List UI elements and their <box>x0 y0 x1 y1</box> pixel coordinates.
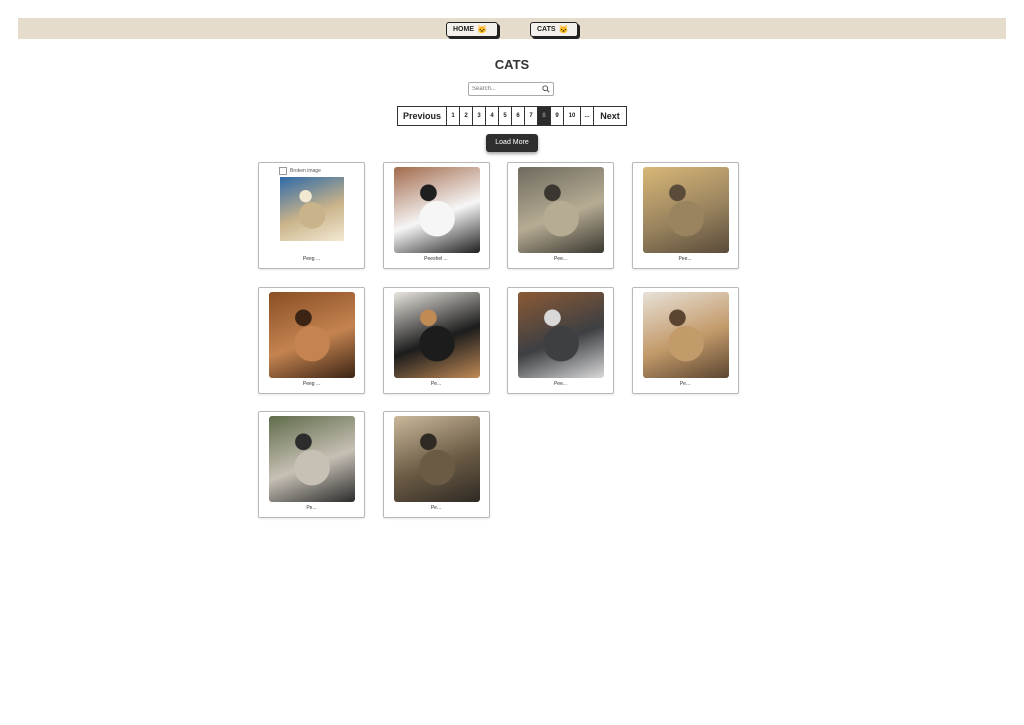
page-button-9[interactable]: 9 <box>551 107 564 125</box>
cat-card[interactable]: Peeshel ... <box>382 162 490 269</box>
load-more-button[interactable]: Load More <box>486 134 538 152</box>
cat-card[interactable]: Pe... <box>382 286 490 394</box>
page-button-5[interactable]: 5 <box>499 107 512 125</box>
cat-photo <box>518 291 604 378</box>
cat-card[interactable]: Pe... <box>631 286 739 394</box>
cat-caption: Pee... <box>553 380 568 387</box>
cat-card[interactable]: Pee... <box>507 162 614 269</box>
search-input[interactable] <box>472 83 538 95</box>
cat-card[interactable]: Pee... <box>631 162 739 269</box>
cat-icon: 🐱 <box>477 25 487 34</box>
page-button-4[interactable]: 4 <box>486 107 499 125</box>
cat-caption: Pe... <box>430 380 442 387</box>
home-nav-label: HOME <box>453 26 474 33</box>
cat-card[interactable]: Broken image Peeg ... <box>258 162 365 269</box>
top-navigation-bar: HOME 🐱 CATS 🐱 <box>18 18 1006 39</box>
cat-caption: Pe... <box>679 380 691 387</box>
page-button-1[interactable]: 1 <box>447 107 460 125</box>
cat-photo <box>393 291 480 378</box>
cat-caption: Peeg ... <box>302 380 321 387</box>
page-button-2[interactable]: 2 <box>460 107 473 125</box>
broken-image-icon <box>279 167 287 175</box>
cat-photo <box>393 167 480 253</box>
cat-caption: Pee... <box>553 256 568 262</box>
previous-page-button[interactable]: Previous <box>398 107 447 125</box>
cat-card[interactable]: Pe... <box>258 411 365 518</box>
cat-photo <box>642 167 729 253</box>
cat-caption: Peeg ... <box>302 256 321 262</box>
page-title: CATS <box>494 57 530 72</box>
cat-photo <box>518 167 604 253</box>
broken-image-alt: Broken image <box>279 167 321 175</box>
page-button-3[interactable]: 3 <box>473 107 486 125</box>
cat-photo <box>280 177 344 241</box>
pagination: Previous 1 2 3 4 5 6 7 8 9 10 ... Next <box>397 106 627 126</box>
cat-caption: Peeshel ... <box>424 256 448 262</box>
next-page-button[interactable]: Next <box>594 107 626 125</box>
cats-nav-button[interactable]: CATS 🐱 <box>530 22 578 37</box>
search-icon[interactable] <box>542 85 550 93</box>
cat-card[interactable]: Pee... <box>507 286 614 394</box>
page-button-6[interactable]: 6 <box>512 107 525 125</box>
cat-icon: 🐱 <box>558 25 569 34</box>
broken-image-alt-text: Broken image <box>290 168 321 174</box>
page-ellipsis: ... <box>581 107 594 125</box>
cat-photo <box>393 416 480 502</box>
page-button-7[interactable]: 7 <box>525 107 538 125</box>
active-page-label: 8 <box>542 113 546 119</box>
search-box <box>468 82 554 96</box>
cat-photo <box>642 291 729 378</box>
cat-caption: Pe... <box>306 505 317 511</box>
cat-photo <box>269 416 355 502</box>
page-button-8-active[interactable]: 8 <box>538 107 551 125</box>
cats-nav-label: CATS <box>537 26 556 33</box>
home-nav-button[interactable]: HOME 🐱 <box>446 22 498 37</box>
cat-caption: Pee... <box>678 256 692 262</box>
cat-caption: Pe... <box>430 505 442 511</box>
cat-card[interactable]: Peeg ... <box>258 286 365 394</box>
page-button-10[interactable]: 10 <box>564 107 581 125</box>
cat-photo <box>269 291 355 378</box>
cat-card[interactable]: Pe... <box>382 411 490 518</box>
